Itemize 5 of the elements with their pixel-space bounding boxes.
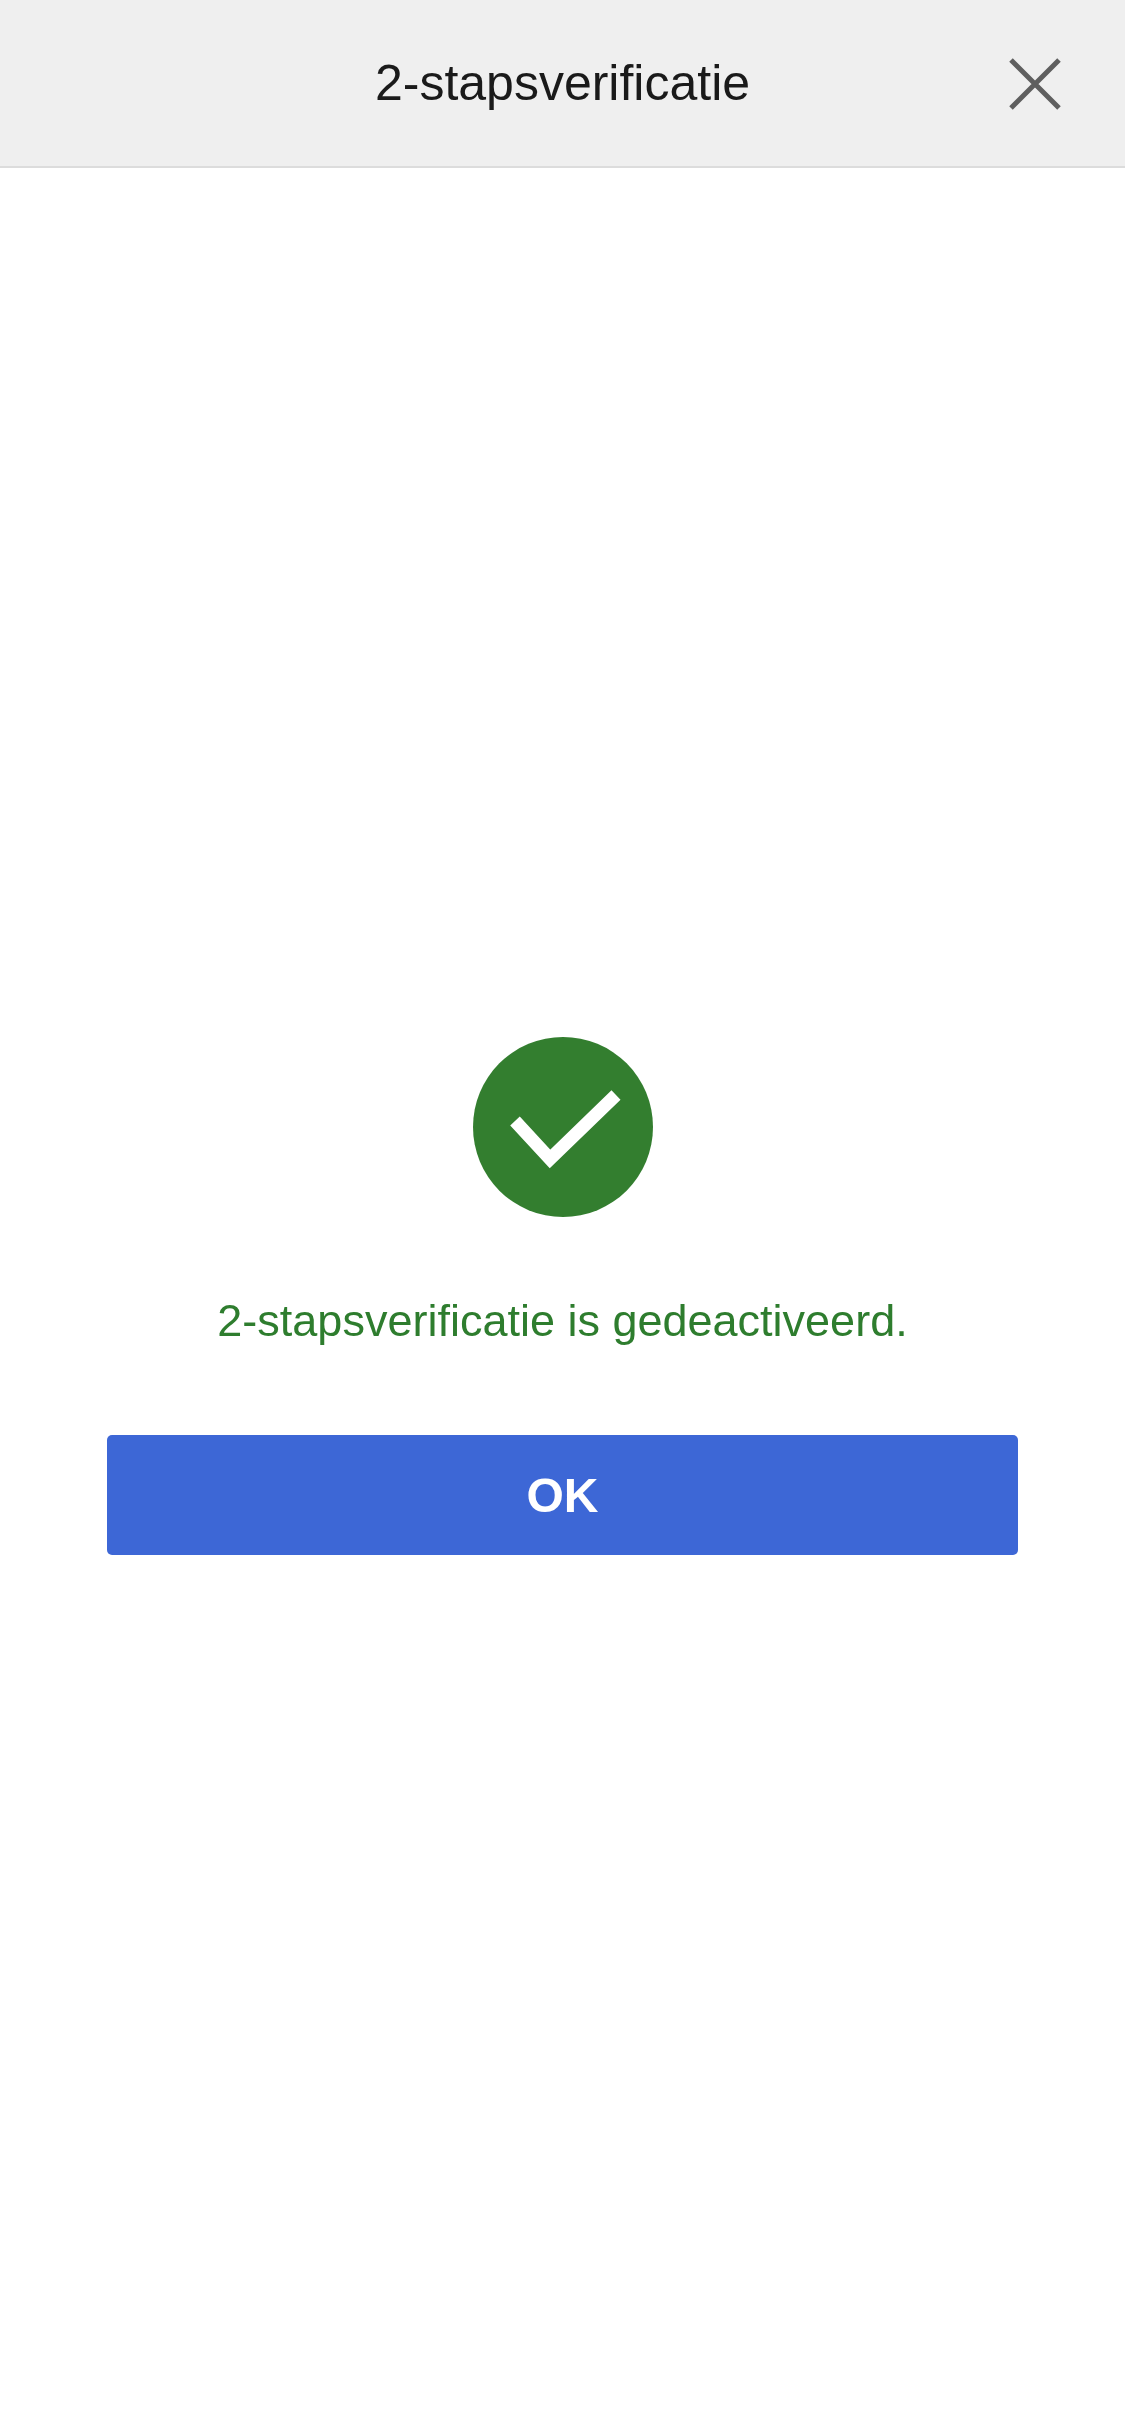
ok-button[interactable]: OK (107, 1435, 1018, 1555)
close-icon[interactable] (1008, 57, 1062, 111)
status-message: 2-stapsverificatie is gedeactiveerd. (217, 1295, 908, 1347)
success-check-icon (472, 1037, 653, 1217)
window-title: 2-stapsverificatie (374, 54, 751, 112)
